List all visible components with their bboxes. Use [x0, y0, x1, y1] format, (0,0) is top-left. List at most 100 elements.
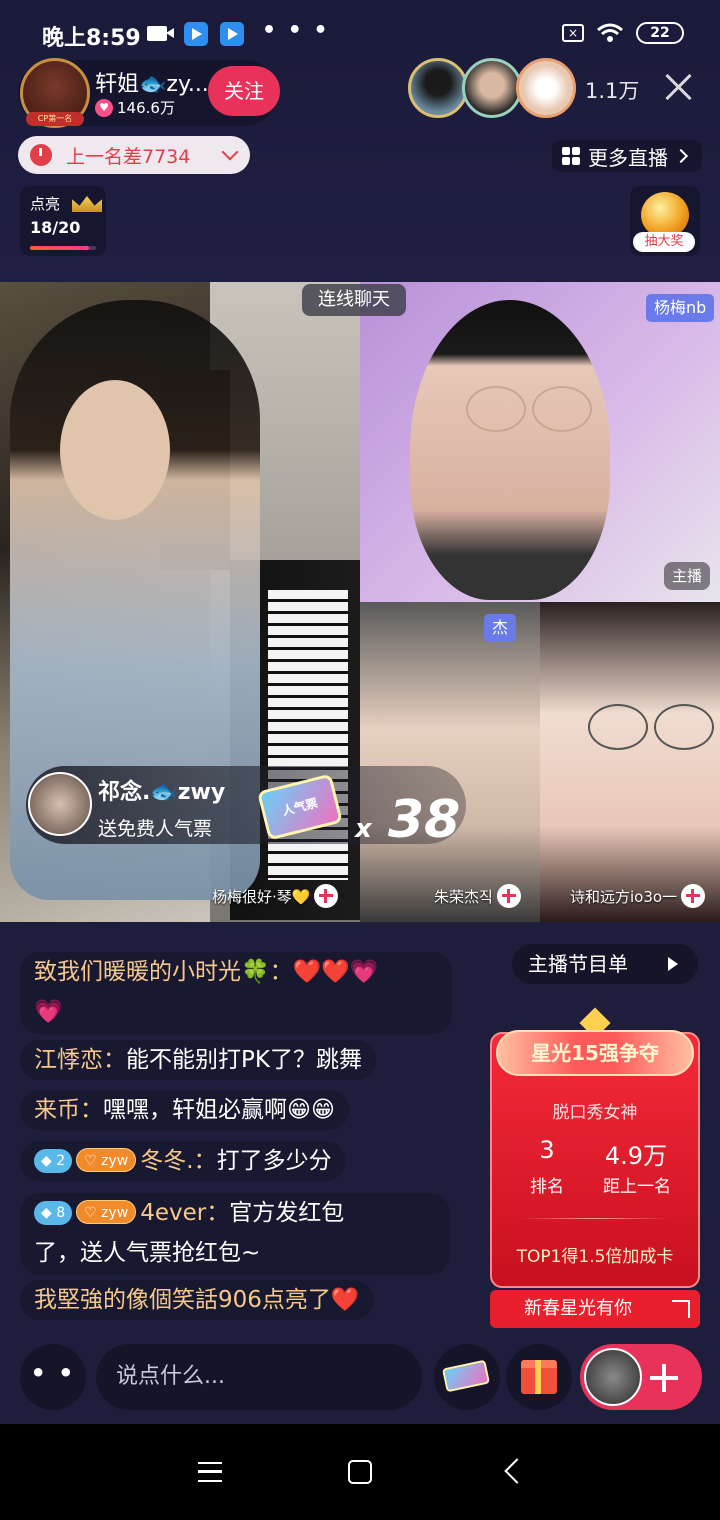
chat-message[interactable]: 我堅強的像個笑話906点亮了❤️ — [20, 1280, 374, 1320]
guest-name-text: 诗和远方io3o一 — [570, 887, 678, 906]
video-bottom-right[interactable] — [540, 602, 720, 922]
chat-message[interactable]: 致我们暖暖的小时光🍀：❤️❤️💗 💗 — [20, 952, 452, 1034]
chat-text: ❤️ — [330, 1287, 360, 1313]
viewer-count[interactable]: 1.1万 — [585, 75, 639, 105]
spring-star-banner[interactable]: 新春星光有你 — [490, 1290, 700, 1328]
host-name[interactable]: 轩姐🐟zy... — [95, 66, 209, 98]
comment-input[interactable]: 说点什么... — [96, 1344, 422, 1410]
schedule-label: 主播节目单 — [528, 952, 628, 976]
gift-sender-avatar — [28, 772, 92, 836]
light-up-value: 18/20 — [30, 218, 81, 237]
play-triangle-icon — [668, 957, 678, 971]
home-icon[interactable] — [348, 1460, 372, 1484]
chat-text: 打了多少分 — [216, 1148, 332, 1174]
chat-message[interactable]: 来币：嘿嘿，轩姐必赢啊😁😁 — [20, 1090, 349, 1130]
chat-message[interactable]: 江悸恋：能不能别打PK了？跳舞 — [20, 1040, 376, 1080]
chevron-right-icon — [673, 148, 689, 164]
glasses-br-right — [654, 704, 714, 750]
status-time: 晚上8:59 — [42, 26, 141, 51]
host-likes: ♥ 146.6万 — [95, 97, 175, 118]
light-up-progress-fill — [30, 246, 90, 250]
gap-label: 距上一名 — [603, 1177, 671, 1197]
video-bottom-mid[interactable] — [360, 602, 540, 922]
status-bar: 晚上8:59 • • • × 22 — [0, 0, 720, 60]
rank-label: 排名 — [530, 1177, 564, 1197]
wifi-icon — [597, 23, 623, 42]
gift-multiplier: x — [355, 814, 372, 844]
glasses-right — [532, 386, 592, 432]
viewer-avatar[interactable] — [462, 58, 522, 118]
light-up-label: 点亮 — [30, 195, 61, 213]
chevron-down-icon — [221, 143, 239, 161]
guest-name-left[interactable]: 杨梅很好·琴💛 — [212, 882, 339, 910]
guest-name-text: 朱荣杰직 — [434, 887, 493, 906]
viewer-avatar[interactable] — [408, 58, 468, 118]
chat-username: 我堅強的像個笑話906点亮了 — [34, 1287, 331, 1313]
chat-text: ❤️❤️💗 — [292, 959, 379, 985]
star-rank-title: 脱口秀女神 — [552, 1103, 638, 1123]
play-app-icon-2 — [220, 22, 244, 46]
video-camera-icon — [147, 26, 174, 41]
chat-username: 来币： — [34, 1097, 103, 1123]
gap-value: 4.9万 — [604, 1142, 668, 1170]
add-guest-icon[interactable] — [496, 884, 521, 908]
expand-icon[interactable] — [672, 1300, 690, 1318]
prize-draw-label: 抽大奖 — [633, 232, 695, 252]
grid-icon — [562, 147, 580, 165]
chat-text-cont: 了，送人气票抢红包~ — [34, 1240, 261, 1266]
rank-gap-text: 上一名差7734 — [66, 145, 191, 168]
rank-gap-pill[interactable]: 上一名差7734 — [18, 136, 250, 174]
chat-text-cont: 💗 — [34, 999, 63, 1025]
clock-icon — [30, 144, 52, 166]
heart-icon: ♥ — [95, 98, 113, 117]
star-rank-banner: 星光15强争夺 — [496, 1030, 694, 1076]
guest-name-mid[interactable]: 朱荣杰직 — [434, 882, 521, 910]
sim-off-icon: × — [562, 24, 584, 42]
rank-value: 3 — [539, 1136, 555, 1164]
fan-badge: ♡ zyw — [76, 1148, 137, 1172]
chat-username: 致我们暖暖的小时光🍀： — [34, 959, 293, 985]
more-options-button[interactable]: • • • — [20, 1344, 86, 1445]
schedule-button[interactable]: 主播节目单 — [512, 944, 698, 984]
plus-icon-vertical — [662, 1364, 666, 1392]
chat-text: 官方发红包 — [229, 1200, 345, 1226]
play-app-icon — [184, 22, 208, 46]
chat-message[interactable]: ◆ 8 ♡ zyw 4ever：官方发红包 了，送人气票抢红包~ — [20, 1193, 450, 1275]
diamond-badge: ◆ 8 — [34, 1201, 73, 1225]
glasses-br-left — [588, 704, 648, 750]
add-guest-icon[interactable] — [681, 884, 706, 908]
join-live-avatar — [584, 1348, 642, 1406]
host-tag: 主播 — [664, 562, 711, 590]
chat-text: 嘿嘿，轩姐必赢啊😁😁 — [103, 1097, 335, 1123]
rank-divider — [520, 1218, 670, 1219]
status-more-dots: • • • — [262, 18, 330, 43]
add-guest-icon[interactable] — [314, 884, 339, 908]
chat-text: 能不能别打PK了？跳舞 — [126, 1047, 362, 1073]
glasses-left — [466, 386, 526, 432]
recent-apps-icon[interactable] — [198, 1462, 222, 1482]
chat-username: 4ever： — [140, 1200, 230, 1226]
diamond-badge: ◆ 2 — [34, 1149, 73, 1173]
viewer-avatar[interactable] — [516, 58, 576, 118]
more-live-label: 更多直播 — [588, 145, 668, 170]
host-avatar-tag: CP第一名 — [26, 112, 84, 126]
guest-name-text: 杨梅很好·琴💛 — [212, 887, 311, 906]
video-top-right-person — [410, 300, 610, 600]
gift-description: 送免费人气票 — [98, 818, 213, 840]
guest-name-right[interactable]: 诗和远方io3o一 — [570, 882, 706, 910]
gift-sender-name: 祁念.🐟zwy — [98, 780, 226, 805]
close-icon[interactable] — [662, 70, 696, 104]
more-live-button[interactable]: 更多直播 — [552, 140, 702, 172]
chat-username: 江悸恋： — [34, 1047, 126, 1073]
rank-top-bonus: TOP1得1.5倍加成卡 — [516, 1247, 674, 1267]
battery-indicator: 22 — [636, 22, 684, 44]
video-left-face — [60, 380, 170, 520]
host-likes-count: 146.6万 — [117, 99, 175, 117]
chat-username: 冬冬.： — [140, 1148, 217, 1174]
status-right: × 22 — [562, 22, 684, 44]
chat-message[interactable]: ◆ 2 ♡ zyw 冬冬.：打了多少分 — [20, 1141, 346, 1181]
gift-box-icon — [521, 1360, 557, 1394]
top-viewers[interactable] — [408, 58, 576, 118]
gift-count: 38 — [388, 790, 461, 850]
follow-button[interactable]: 关注 — [208, 66, 280, 116]
